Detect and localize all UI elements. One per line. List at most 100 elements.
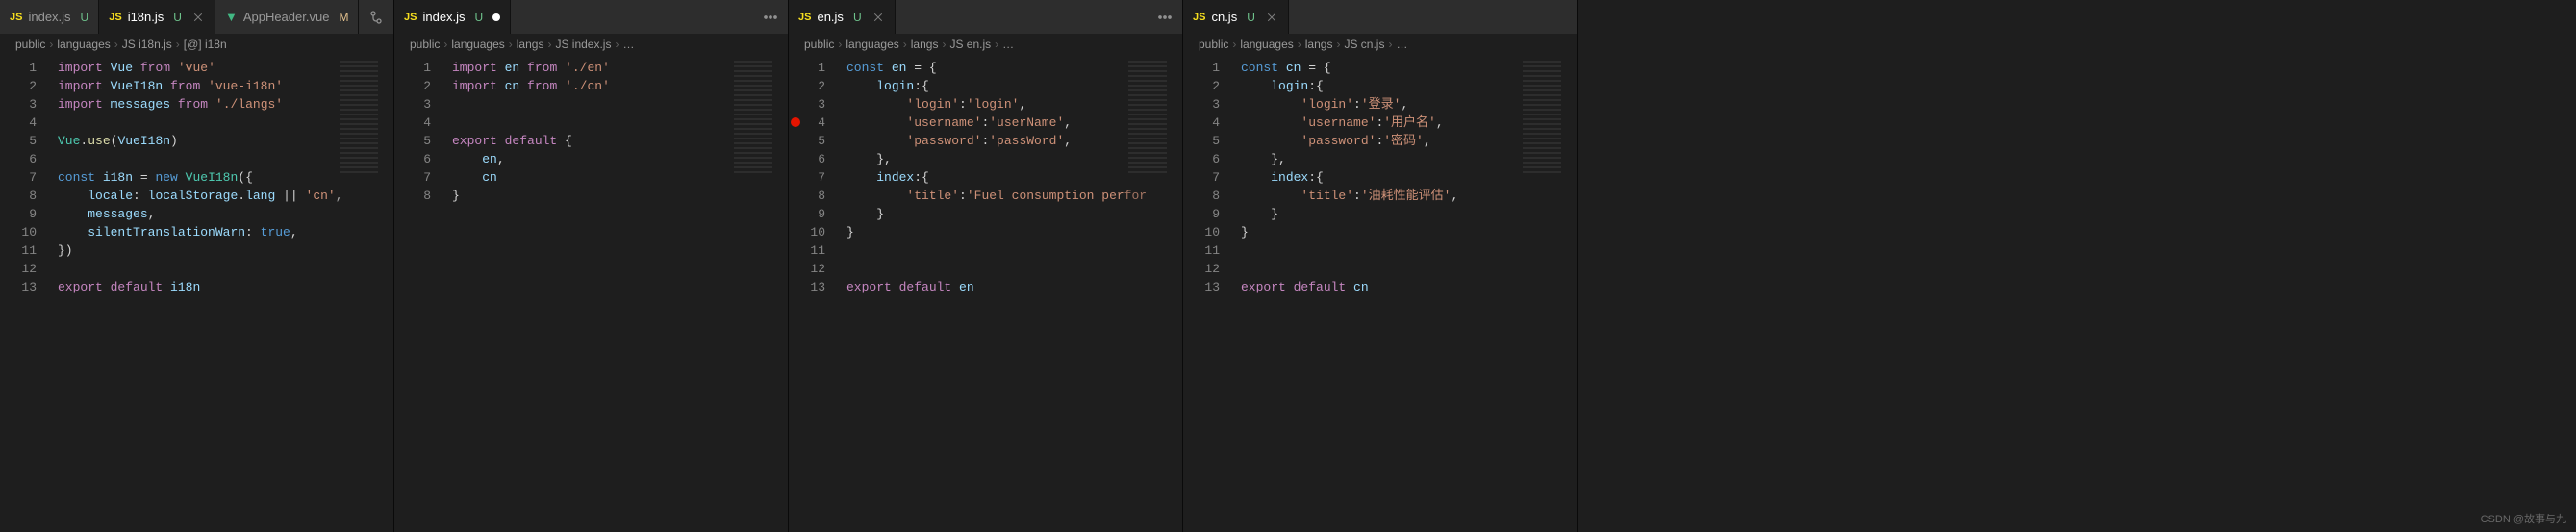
vcs-status: U (173, 11, 182, 24)
code-line[interactable]: en, (452, 150, 788, 168)
breadcrumb-segment[interactable]: languages (1240, 38, 1293, 51)
breadcrumb-segment[interactable]: JS i18n.js (122, 38, 172, 51)
breadcrumb-segment[interactable]: [@] i18n (184, 38, 227, 51)
code-line[interactable]: const en = { (846, 59, 1182, 77)
breadcrumb[interactable]: public›languages›langs›JS index.js›… (394, 34, 788, 55)
code-line[interactable]: const i18n = new VueI18n({ (58, 168, 393, 187)
code-line[interactable] (846, 241, 1182, 260)
code-area[interactable]: const cn = { login:{ 'login':'登录', 'user… (1233, 55, 1577, 532)
line-number-gutter[interactable]: 12345678910111213 (789, 55, 839, 532)
code-line[interactable]: } (846, 205, 1182, 223)
vcs-status: U (81, 11, 89, 24)
code-line[interactable]: 'password':'密码', (1241, 132, 1577, 150)
code-line[interactable] (452, 95, 788, 114)
breadcrumb-segment[interactable]: public (1199, 38, 1228, 51)
code-line[interactable]: silentTranslationWarn: true, (58, 223, 393, 241)
code-line[interactable]: cn (452, 168, 788, 187)
code-line[interactable]: 'title':'油耗性能评估', (1241, 187, 1577, 205)
code-line[interactable]: 'username':'用户名', (1241, 114, 1577, 132)
code-editor[interactable]: 12345678import en from './en'import cn f… (394, 55, 788, 532)
code-line[interactable]: 'login':'登录', (1241, 95, 1577, 114)
close-tab-button[interactable] (191, 11, 205, 24)
breadcrumb-segment[interactable]: languages (846, 38, 898, 51)
editor-tab[interactable]: JSi18n.jsU (99, 0, 215, 34)
breadcrumb-segment[interactable]: JS cn.js (1344, 38, 1384, 51)
compare-icon[interactable] (368, 10, 384, 25)
more-icon[interactable] (1157, 10, 1173, 25)
code-editor[interactable]: 12345678910111213const en = { login:{ 'l… (789, 55, 1182, 532)
breadcrumb-segment[interactable]: public (804, 38, 834, 51)
code-line[interactable]: login:{ (1241, 77, 1577, 95)
line-number-gutter[interactable]: 12345678 (394, 55, 444, 532)
more-icon[interactable] (763, 10, 778, 25)
code-line[interactable]: export default cn (1241, 278, 1577, 296)
code-line[interactable]: } (1241, 205, 1577, 223)
code-line[interactable] (58, 114, 393, 132)
code-line[interactable]: import en from './en' (452, 59, 788, 77)
code-line[interactable] (1241, 241, 1577, 260)
breadcrumb-segment[interactable]: languages (57, 38, 110, 51)
breadcrumb-segment[interactable]: JS en.js (949, 38, 991, 51)
editor-tab[interactable]: JSindex.jsU (0, 0, 99, 34)
code-area[interactable]: import Vue from 'vue'import VueI18n from… (50, 55, 393, 532)
breadcrumb-segment[interactable]: languages (451, 38, 504, 51)
code-line[interactable]: 'title':'Fuel consumption perfor (846, 187, 1182, 205)
editor-tab[interactable]: JSindex.jsU (394, 0, 511, 34)
editor-pane: JSen.jsUpublic›languages›langs›JS en.js›… (789, 0, 1183, 532)
code-line[interactable] (1241, 260, 1577, 278)
code-line[interactable]: locale: localStorage.lang || 'cn', (58, 187, 393, 205)
code-line[interactable]: Vue.use(VueI18n) (58, 132, 393, 150)
code-line[interactable]: }, (846, 150, 1182, 168)
js-file-icon: JS (109, 12, 121, 23)
code-line[interactable]: index:{ (846, 168, 1182, 187)
code-line[interactable]: } (1241, 223, 1577, 241)
code-line[interactable]: }) (58, 241, 393, 260)
breadcrumb-segment[interactable]: public (15, 38, 45, 51)
code-line[interactable] (58, 260, 393, 278)
breadcrumb[interactable]: public›languages›JS i18n.js›[@] i18n (0, 34, 393, 55)
code-line[interactable] (452, 114, 788, 132)
code-line[interactable]: } (846, 223, 1182, 241)
breadcrumb-segment[interactable]: langs (911, 38, 939, 51)
code-line[interactable]: import messages from './langs' (58, 95, 393, 114)
breadcrumb-segment[interactable]: langs (517, 38, 544, 51)
code-line[interactable]: import Vue from 'vue' (58, 59, 393, 77)
breadcrumb-segment[interactable]: langs (1305, 38, 1333, 51)
line-number-gutter[interactable]: 12345678910111213 (1183, 55, 1233, 532)
code-line[interactable]: 'username':'userName', (846, 114, 1182, 132)
code-line[interactable]: export default en (846, 278, 1182, 296)
code-line[interactable]: 'password':'passWord', (846, 132, 1182, 150)
code-line[interactable]: messages, (58, 205, 393, 223)
close-tab-button[interactable] (1265, 11, 1278, 24)
code-line[interactable]: export default { (452, 132, 788, 150)
code-line[interactable] (58, 150, 393, 168)
vcs-status: U (853, 11, 862, 24)
breadcrumb-segment[interactable]: … (1002, 38, 1014, 51)
code-line[interactable]: index:{ (1241, 168, 1577, 187)
breadcrumb[interactable]: public›languages›langs›JS en.js›… (789, 34, 1182, 55)
code-editor[interactable]: 12345678910111213const cn = { login:{ 'l… (1183, 55, 1577, 532)
breadcrumb[interactable]: public›languages›langs›JS cn.js›… (1183, 34, 1577, 55)
breadcrumb-segment[interactable]: public (410, 38, 440, 51)
close-tab-button[interactable] (871, 11, 885, 24)
code-line[interactable]: import cn from './cn' (452, 77, 788, 95)
code-editor[interactable]: 12345678910111213import Vue from 'vue'im… (0, 55, 393, 532)
code-line[interactable]: export default i18n (58, 278, 393, 296)
code-line[interactable]: import VueI18n from 'vue-i18n' (58, 77, 393, 95)
editor-tab[interactable]: JScn.jsU (1183, 0, 1289, 34)
code-line[interactable]: }, (1241, 150, 1577, 168)
editor-tab[interactable]: JSen.jsU (789, 0, 896, 34)
breadcrumb-segment[interactable]: … (622, 38, 634, 51)
code-line[interactable]: login:{ (846, 77, 1182, 95)
breakpoint-icon[interactable] (791, 117, 800, 127)
editor-tab[interactable]: ▼AppHeader.vueM (215, 0, 360, 34)
code-line[interactable] (846, 260, 1182, 278)
code-area[interactable]: import en from './en'import cn from './c… (444, 55, 788, 532)
code-line[interactable]: const cn = { (1241, 59, 1577, 77)
code-area[interactable]: const en = { login:{ 'login':'login', 'u… (839, 55, 1182, 532)
line-number-gutter[interactable]: 12345678910111213 (0, 55, 50, 532)
code-line[interactable]: 'login':'login', (846, 95, 1182, 114)
breadcrumb-segment[interactable]: … (1396, 38, 1407, 51)
breadcrumb-segment[interactable]: JS index.js (555, 38, 611, 51)
code-line[interactable]: } (452, 187, 788, 205)
